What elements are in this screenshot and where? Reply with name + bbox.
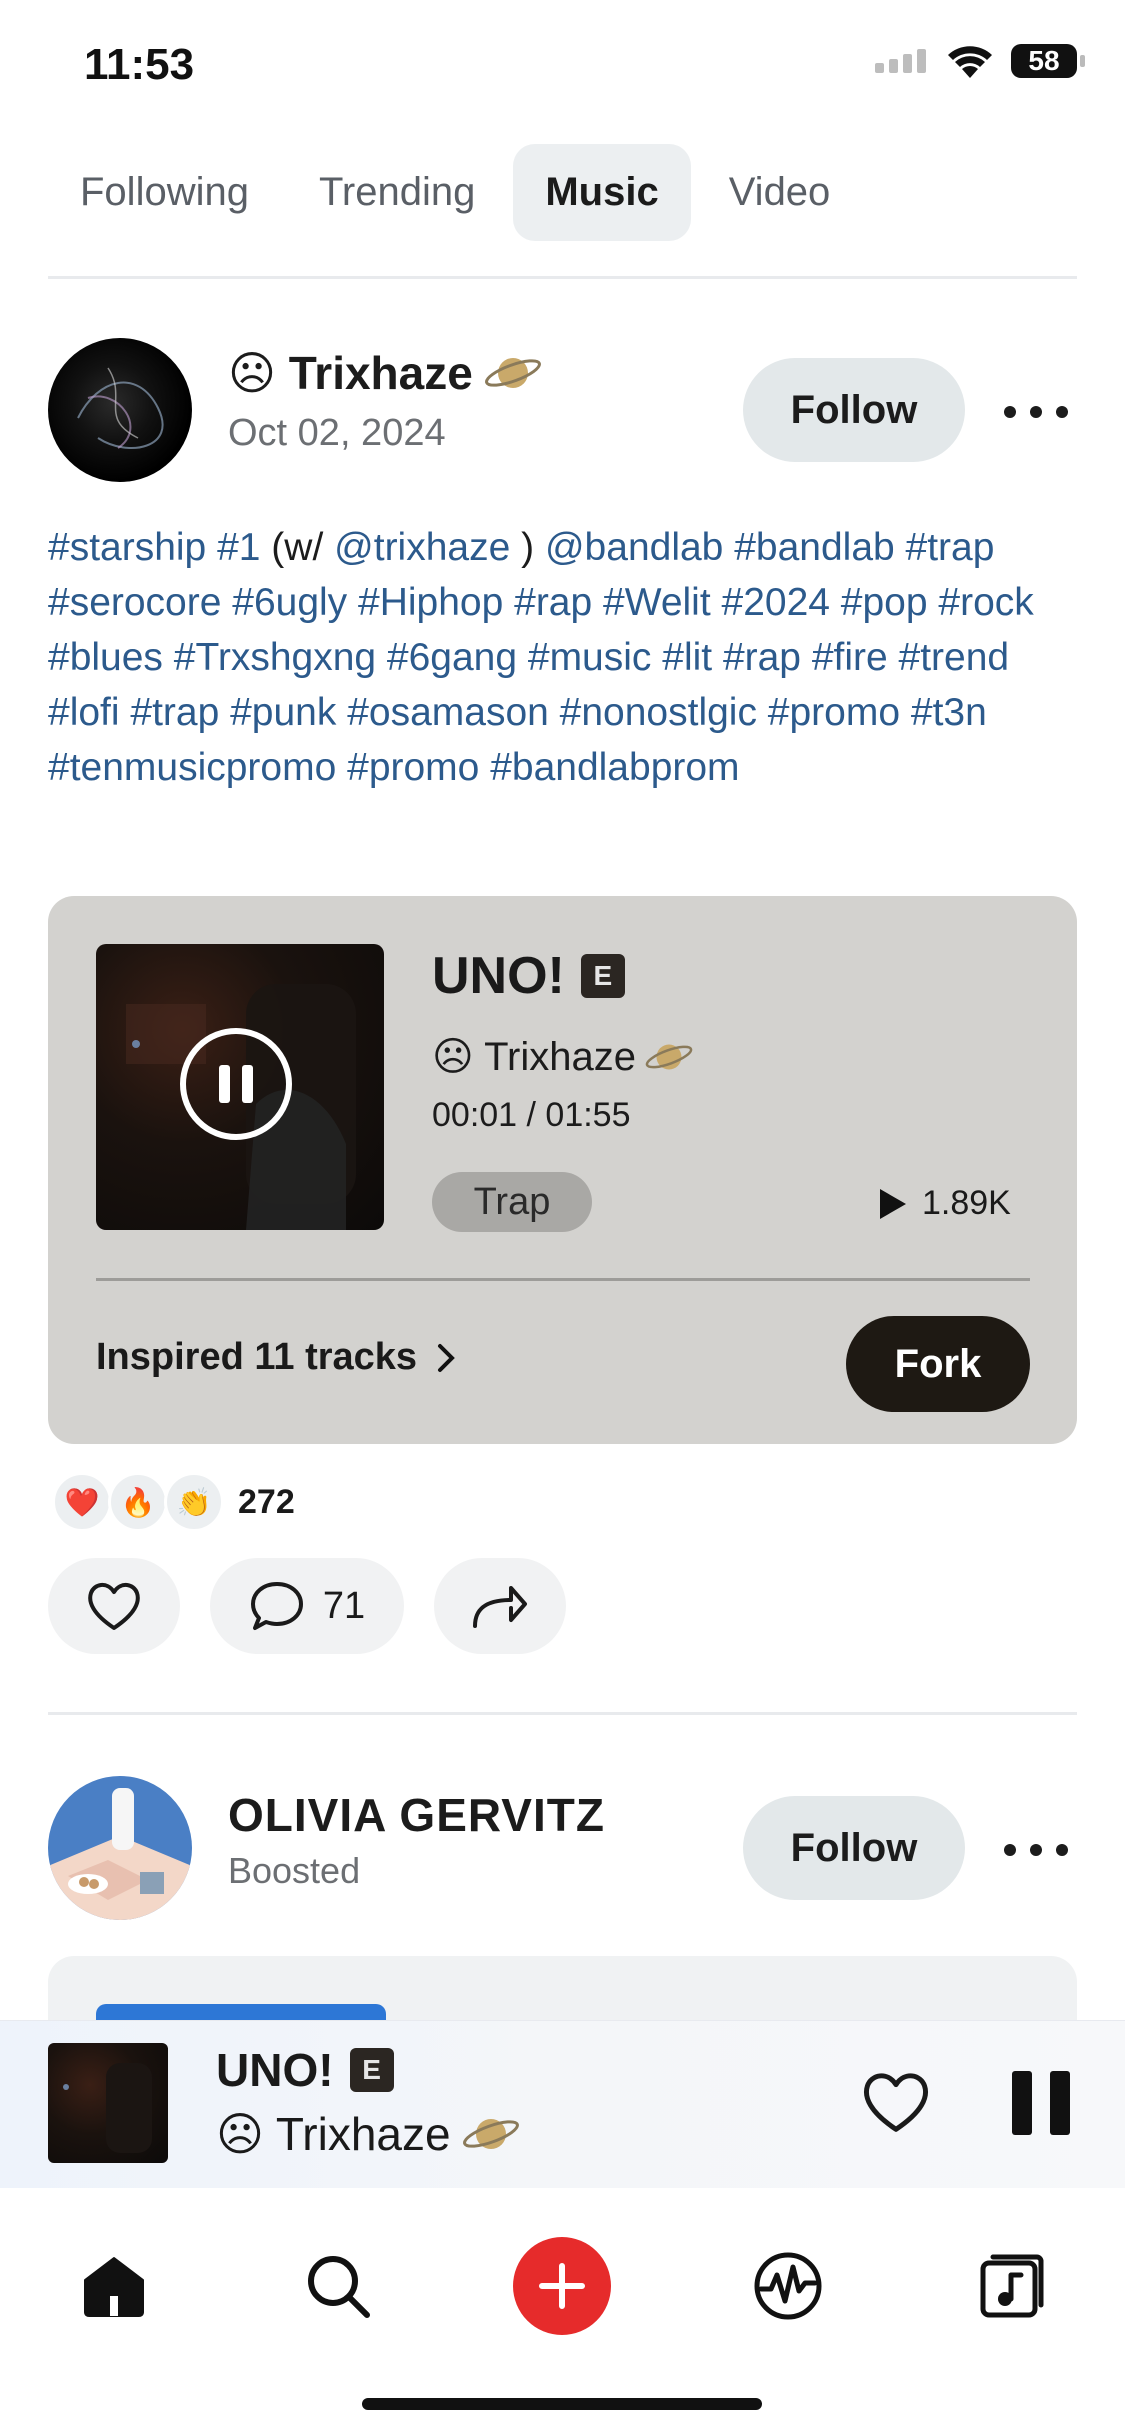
more-options-button[interactable] bbox=[1004, 1830, 1068, 1870]
dot-icon bbox=[1056, 406, 1068, 418]
dot-icon bbox=[1030, 406, 1042, 418]
reaction-count: 272 bbox=[238, 1482, 295, 1521]
explicit-badge: E bbox=[349, 2048, 394, 2092]
share-icon bbox=[473, 1586, 527, 1628]
dot-icon bbox=[1030, 1844, 1042, 1856]
follow-button[interactable]: Follow bbox=[743, 358, 965, 462]
mini-player-pause-button[interactable] bbox=[1012, 2071, 1070, 2135]
mini-player-cover[interactable] bbox=[48, 2043, 168, 2163]
more-options-button[interactable] bbox=[1004, 392, 1068, 432]
post-author[interactable]: OLIVIA GERVITZ bbox=[228, 1788, 605, 1842]
pause-button[interactable] bbox=[180, 1028, 292, 1140]
feed-icon bbox=[754, 2252, 822, 2320]
mini-player[interactable]: UNO! E ☹ Trixhaze bbox=[0, 2020, 1125, 2189]
reactions-summary[interactable]: ❤️ 🔥 👏 272 bbox=[52, 1472, 295, 1532]
battery-icon: 58 bbox=[1011, 44, 1085, 78]
author-name: ☹ Trixhaze bbox=[228, 347, 473, 399]
post-date: Oct 02, 2024 bbox=[228, 412, 446, 454]
mini-player-like-button[interactable] bbox=[860, 2069, 932, 2135]
inspired-label: Inspired 11 tracks bbox=[96, 1336, 418, 1378]
pause-bar-icon bbox=[219, 1065, 230, 1103]
wifi-icon bbox=[948, 46, 992, 78]
fire-reaction-icon: 🔥 bbox=[108, 1472, 168, 1532]
mini-player-title: UNO! bbox=[216, 2044, 334, 2096]
track-card[interactable]: UNO! E ☹ Trixhaze 00:01 / 01:55 Trap 1.8… bbox=[48, 896, 1077, 1444]
heart-icon bbox=[864, 2073, 928, 2132]
avatar[interactable] bbox=[48, 1776, 192, 1920]
clap-reaction-icon: 👏 bbox=[164, 1472, 224, 1532]
nav-library[interactable] bbox=[962, 2236, 1062, 2336]
pause-bar-icon bbox=[1012, 2071, 1032, 2135]
home-icon bbox=[84, 2257, 144, 2317]
dot-icon bbox=[1056, 1844, 1068, 1856]
dot-icon bbox=[1004, 1844, 1016, 1856]
library-icon bbox=[980, 2254, 1044, 2318]
comment-icon bbox=[250, 1582, 303, 1630]
genre-tag[interactable]: Trap bbox=[432, 1172, 592, 1232]
saturn-icon bbox=[645, 1044, 693, 1070]
search-icon bbox=[308, 2256, 370, 2318]
track-title: UNO! bbox=[432, 947, 565, 1005]
heart-icon bbox=[88, 1583, 140, 1630]
post-divider bbox=[48, 1712, 1077, 1715]
track-artist-name: ☹ Trixhaze bbox=[432, 1035, 636, 1079]
track-cover[interactable] bbox=[96, 944, 384, 1230]
dot-icon bbox=[1004, 406, 1016, 418]
nav-home[interactable] bbox=[64, 2236, 164, 2336]
comment-count: 71 bbox=[322, 1584, 366, 1627]
post-caption: #starship #1 (w/ @trixhaze ) @bandlab #b… bbox=[48, 520, 1088, 795]
card-divider bbox=[96, 1278, 1030, 1281]
caption-mention[interactable]: @trixhaze bbox=[334, 526, 510, 569]
track-artist[interactable]: ☹ Trixhaze bbox=[432, 1034, 694, 1080]
tab-trending[interactable]: Trending bbox=[287, 144, 507, 241]
mini-player-artist[interactable]: ☹ Trixhaze bbox=[216, 2107, 521, 2161]
pause-bar-icon bbox=[242, 1065, 253, 1103]
caption-text-2: ) bbox=[510, 526, 545, 569]
explicit-badge: E bbox=[580, 954, 625, 998]
play-count-value: 1.89K bbox=[922, 1184, 1011, 1222]
caption-text: (w/ bbox=[260, 526, 335, 569]
tab-music[interactable]: Music bbox=[513, 143, 691, 241]
status-time: 11:53 bbox=[84, 40, 195, 89]
chevron-right-icon bbox=[438, 1343, 455, 1372]
bottom-navigation bbox=[0, 2188, 1125, 2436]
heart-reaction-icon: ❤️ bbox=[52, 1472, 112, 1532]
tab-following[interactable]: Following bbox=[48, 144, 281, 241]
track-time: 00:01 / 01:55 bbox=[432, 1096, 631, 1134]
comment-button[interactable]: 71 bbox=[210, 1558, 404, 1654]
add-icon bbox=[513, 2237, 611, 2335]
track-title-row[interactable]: UNO! E bbox=[432, 946, 625, 1006]
home-indicator bbox=[362, 2398, 762, 2410]
like-button[interactable] bbox=[48, 1558, 180, 1654]
inspired-tracks-link[interactable]: Inspired 11 tracks bbox=[96, 1336, 455, 1379]
mini-player-title-row[interactable]: UNO! E bbox=[216, 2043, 394, 2097]
avatar[interactable] bbox=[48, 338, 192, 482]
pause-bar-icon bbox=[1050, 2071, 1070, 2135]
nav-search[interactable] bbox=[288, 2236, 388, 2336]
boosted-label: Boosted bbox=[228, 1850, 361, 1891]
saturn-icon bbox=[462, 2119, 519, 2149]
play-count: 1.89K bbox=[878, 1184, 1011, 1223]
tab-video[interactable]: Video bbox=[697, 144, 863, 241]
saturn-icon bbox=[484, 358, 541, 388]
mini-player-artist-name: ☹ Trixhaze bbox=[216, 2108, 451, 2160]
status-icons: 58 bbox=[875, 44, 1085, 78]
fork-button[interactable]: Fork bbox=[846, 1316, 1030, 1412]
play-icon bbox=[880, 1188, 906, 1219]
share-button[interactable] bbox=[434, 1558, 566, 1654]
caption-hashtags-lead[interactable]: #starship #1 bbox=[48, 526, 260, 569]
tabs-divider bbox=[48, 276, 1077, 279]
post-author[interactable]: ☹ Trixhaze bbox=[228, 346, 543, 400]
signal-icon bbox=[875, 49, 926, 73]
follow-button[interactable]: Follow bbox=[743, 1796, 965, 1900]
nav-feed[interactable] bbox=[738, 2236, 838, 2336]
feed-tabs: Following Trending Music Video bbox=[48, 132, 862, 252]
nav-create[interactable] bbox=[512, 2236, 612, 2336]
